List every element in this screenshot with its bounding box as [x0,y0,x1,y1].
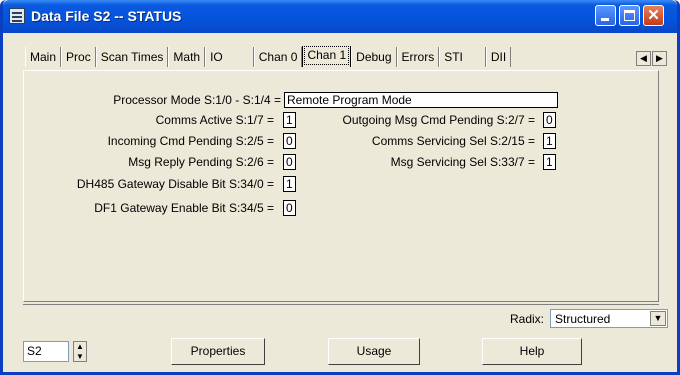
properties-button[interactable]: Properties [171,338,265,365]
arrow-right-icon: ▶ [656,53,663,63]
processor-mode-label: Processor Mode S:1/0 - S:1/4 = [113,93,281,107]
tab-chan-0[interactable]: Chan 0 [253,47,303,67]
file-spinner[interactable]: ▲ ▼ [73,341,87,362]
tab-dii[interactable]: DII [485,47,512,67]
minimize-button[interactable] [595,5,616,26]
spin-up-icon[interactable]: ▲ [74,342,86,352]
tab-main[interactable]: Main [25,47,62,67]
msg-reply-pending-value: 0 [283,154,296,170]
dh485-gateway-disable-value: 1 [283,176,296,192]
tab-proc[interactable]: Proc [61,47,96,67]
tab-scroll-left-button[interactable]: ◀ [636,51,651,66]
outgoing-msg-cmd-pending-value: 0 [543,112,556,128]
processor-mode-value: Remote Program Mode [284,92,558,108]
maximize-icon [624,10,635,21]
usage-button-label: Usage [356,344,392,358]
msg-servicing-sel-label: Msg Servicing Sel S:33/7 = [390,155,535,169]
usage-button[interactable]: Usage [328,338,420,365]
incoming-cmd-pending-value: 0 [283,133,296,149]
close-button[interactable]: ✕ [643,5,664,26]
maximize-button[interactable] [619,5,640,26]
tab-strip: Main Proc Scan Times Math IO Chan 0 Chan 1 Debu… [25,46,655,70]
chevron-down-icon[interactable]: ▼ [650,311,666,326]
window-title: Data File S2 -- STATUS [31,8,182,24]
close-icon: ✕ [647,7,660,24]
df1-gateway-enable-label: DF1 Gateway Enable Bit S:34/5 = [94,201,274,215]
outgoing-msg-cmd-pending-label: Outgoing Msg Cmd Pending S:2/7 = [342,113,535,127]
msg-reply-pending-label: Msg Reply Pending S:2/6 = [128,155,274,169]
radix-value: Structured [555,312,611,326]
incoming-cmd-pending-label: Incoming Cmd Pending S:2/5 = [107,134,274,148]
dh485-gateway-disable-label: DH485 Gateway Disable Bit S:34/0 = [76,177,274,191]
properties-button-label: Properties [190,344,246,358]
tab-chan-1[interactable]: Chan 1 [302,46,352,67]
msg-servicing-sel-value: 1 [543,154,556,170]
tab-scan-times[interactable]: Scan Times [95,47,169,67]
arrow-left-icon: ◀ [640,53,647,63]
minimize-icon [601,18,609,21]
data-file-icon [9,8,25,24]
spin-down-icon[interactable]: ▼ [74,352,86,361]
tab-io[interactable]: IO [205,47,254,67]
tab-errors[interactable]: Errors [396,47,440,67]
comms-active-label: Comms Active S:1/7 = [155,113,274,127]
tab-math[interactable]: Math [168,47,206,67]
footer-separator [23,304,659,305]
data-file-window: Data File S2 -- STATUS ✕ Main Proc Scan Ti… [0,0,680,375]
help-button[interactable]: Help [482,338,582,365]
df1-gateway-enable-value: 0 [283,200,296,216]
radix-dropdown[interactable]: Structured ▼ [550,309,668,328]
tab-debug[interactable]: Debug [351,47,397,67]
comms-servicing-sel-label: Comms Servicing Sel S:2/15 = [371,134,535,148]
tab-sti[interactable]: STI [439,47,486,67]
tab-scroll-right-button[interactable]: ▶ [652,51,667,66]
title-bar[interactable]: Data File S2 -- STATUS ✕ [3,0,677,33]
comms-servicing-sel-value: 1 [543,133,556,149]
file-name-input[interactable]: S2 [23,341,69,362]
comms-active-value: 1 [283,112,296,128]
help-button-label: Help [519,344,545,358]
radix-label: Radix: [510,312,545,326]
